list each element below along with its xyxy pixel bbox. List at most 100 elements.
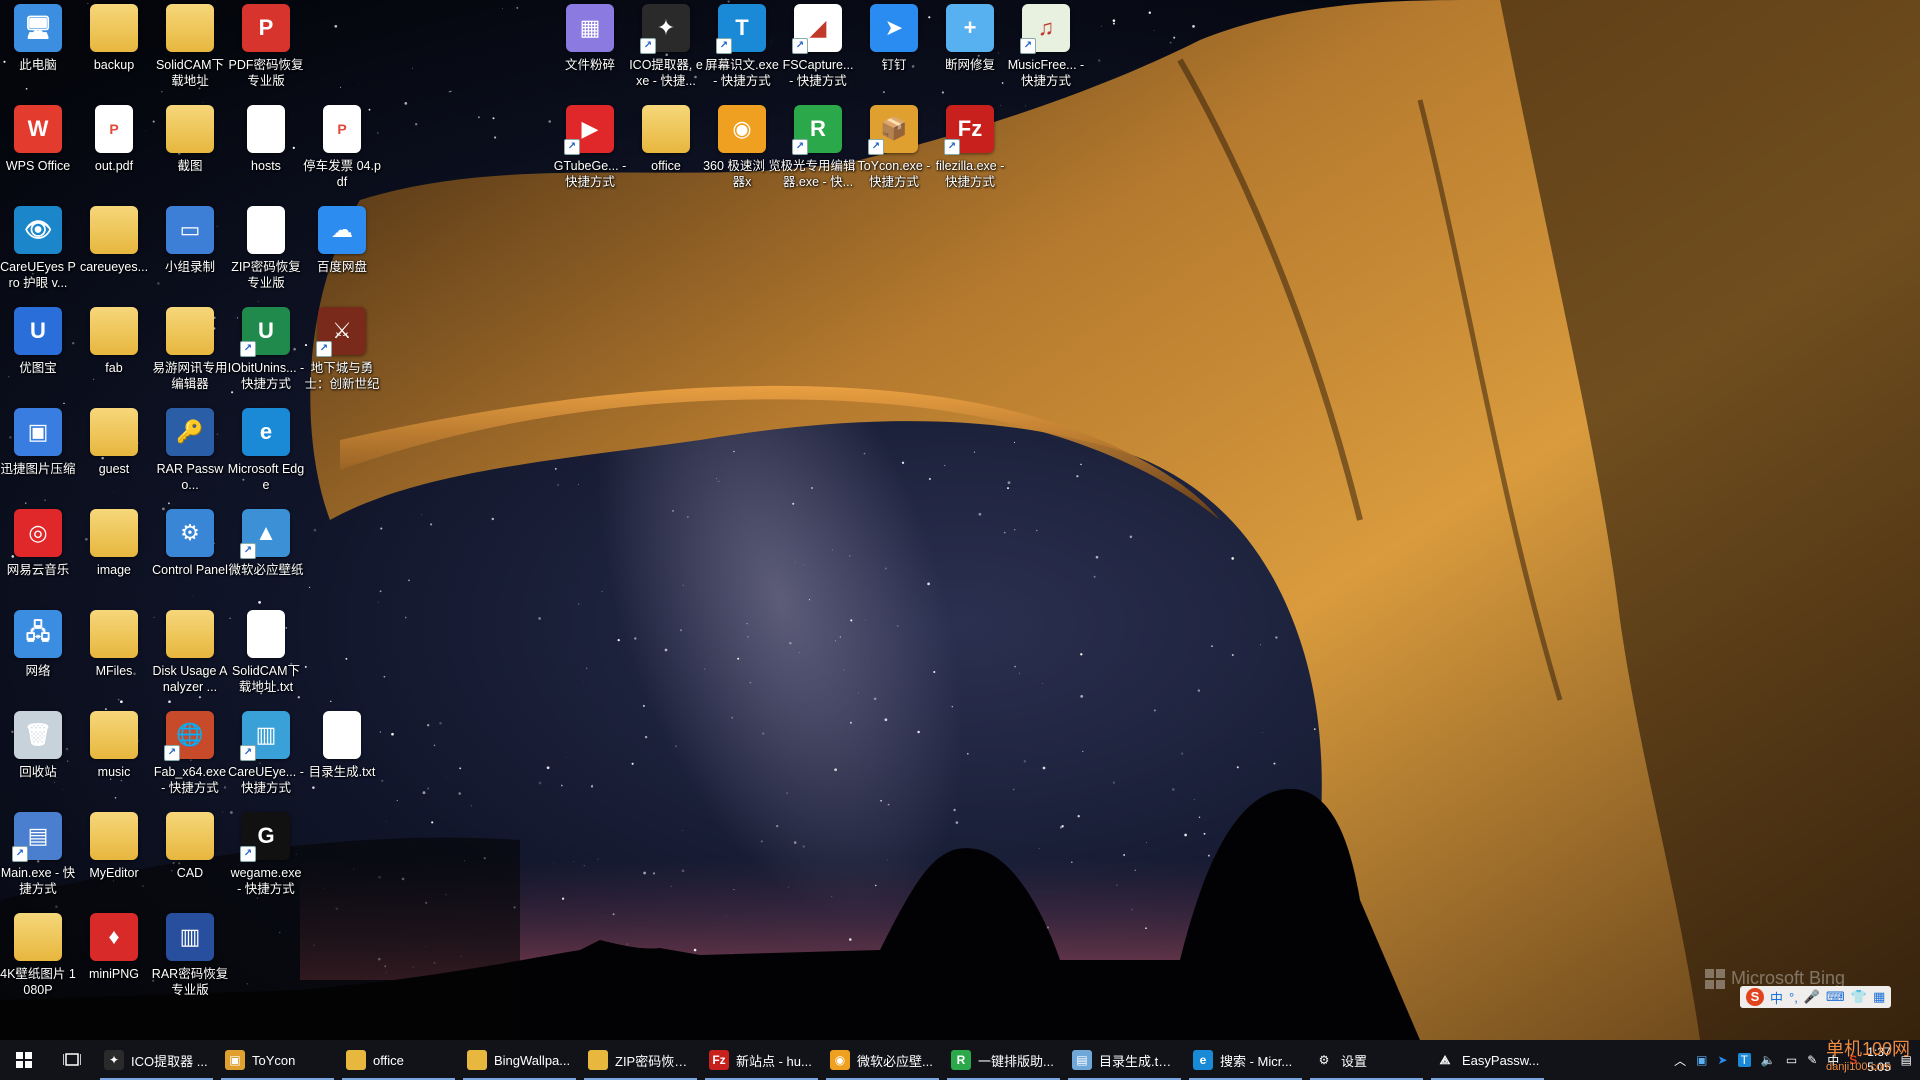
ime-skin-icon[interactable]: 👕: [1851, 989, 1867, 1005]
desktop-icon[interactable]: fab: [76, 303, 152, 399]
show-hidden-icons-chevron-icon[interactable]: ︿: [1674, 1052, 1686, 1069]
taskbar-button[interactable]: ZIP密码恢复...: [580, 1040, 701, 1080]
desktop-icon[interactable]: SolidCAM下 载地址.txt: [228, 606, 304, 702]
taskbar-button[interactable]: R 一键排版助...: [943, 1040, 1064, 1080]
ime-mode-chinese[interactable]: 中: [1770, 988, 1783, 1007]
desktop-icon[interactable]: P PDF密码恢复 专业版: [228, 0, 304, 96]
desktop-icon[interactable]: U 优图宝: [0, 303, 76, 399]
desktop-icon[interactable]: 🌐 Fab_x64.exe - 快捷方式: [152, 707, 228, 803]
desktop-icon[interactable]: 🖧 网络: [0, 606, 76, 702]
desktop-icon[interactable]: 👁 CareUEyes Pro 护眼 v...: [0, 202, 76, 298]
desktop-icon[interactable]: ▥ RAR密码恢复 专业版: [152, 909, 228, 1005]
taskbar-button[interactable]: ◉ 微软必应壁...: [822, 1040, 943, 1080]
desktop-icon[interactable]: 目录生成.txt: [304, 707, 380, 803]
desktop-icon[interactable]: ♫ MusicFree... - 快捷方式: [1008, 0, 1084, 96]
desktop-icon[interactable]: 截图: [152, 101, 228, 197]
desktop-icon[interactable]: ▤ Main.exe - 快捷方式: [0, 808, 76, 904]
desktop-icon[interactable]: 📦 ToYcon.exe - 快捷方式: [856, 101, 932, 197]
desktop-icon[interactable]: T 屏幕识文.exe - 快捷方式: [704, 0, 780, 96]
desktop-icon-label: GTubeGe... - 快捷方式: [553, 159, 627, 189]
filezilla-icon: Fz: [709, 1050, 729, 1070]
task-view-button[interactable]: [48, 1040, 96, 1080]
watermark-title: 单机100网: [1825, 1039, 1910, 1059]
desktop-icon[interactable]: ◎ 网易云音乐: [0, 505, 76, 601]
volume-icon[interactable]: 🔈: [1761, 1053, 1776, 1067]
desktop-icon[interactable]: Pout.pdf: [76, 101, 152, 197]
taskbar-button[interactable]: ⚙ 设置: [1306, 1040, 1427, 1080]
task-view-icon: [63, 1053, 81, 1066]
desktop-icon[interactable]: ◉ 360 极速浏 览器x: [703, 101, 781, 197]
ico-extractor-icon: ✦: [640, 4, 690, 54]
desktop-icon[interactable]: + 断网修复: [932, 0, 1008, 96]
desktop-icon[interactable]: W WPS Office: [0, 101, 76, 197]
ime-toolbox-icon[interactable]: ▦: [1873, 989, 1885, 1005]
desktop-icon[interactable]: CAD: [152, 808, 228, 904]
tray-app-icon[interactable]: ▣: [1696, 1053, 1707, 1067]
desktop-icon[interactable]: ⚙ Control Panel: [152, 505, 228, 601]
musicfree-icon: ♫: [1020, 4, 1070, 54]
taskbar-button[interactable]: BingWallpa...: [459, 1040, 580, 1080]
sogou-ime-icon[interactable]: S: [1746, 988, 1764, 1006]
desktop-icon[interactable]: e Microsoft Edge: [228, 404, 304, 500]
desktop-icon[interactable]: ▭ 小组录制: [152, 202, 228, 298]
desktop-icon[interactable]: image: [76, 505, 152, 601]
desktop-icon[interactable]: R 极光专用编辑 器.exe - 快...: [780, 101, 856, 197]
desktop-icon[interactable]: SolidCAM下 载地址: [152, 0, 228, 96]
pen-icon[interactable]: ✎: [1807, 1053, 1817, 1067]
desktop-icon[interactable]: ⚔ 地下城与勇 士：创新世纪: [304, 303, 380, 399]
ime-punctuation[interactable]: °,: [1789, 990, 1798, 1005]
taskbar-button[interactable]: Fz 新站点 - hu...: [701, 1040, 822, 1080]
desktop-icon[interactable]: ✦ ICO提取器. exe - 快捷...: [628, 0, 704, 96]
youtubao-icon: U: [14, 307, 62, 355]
desktop-icon[interactable]: Disk Usage Analyzer ...: [152, 606, 228, 702]
tray-ocr-icon[interactable]: T: [1737, 1053, 1751, 1067]
taskbar-button[interactable]: ▤ 目录生成.txt...: [1064, 1040, 1185, 1080]
desktop-icon-label: 停车发票 04.pdf: [303, 159, 381, 189]
taskbar-button[interactable]: ▣ ToYcon: [217, 1040, 338, 1080]
taskbar-button-label: EasyPassw...: [1462, 1052, 1540, 1068]
ime-toolbar[interactable]: S 中 °, 🎤 ⌨ 👕 ▦: [1740, 986, 1892, 1008]
desktop-icon[interactable]: guest: [76, 404, 152, 500]
desktop-icon[interactable]: Gwegame.exe - 快捷方式: [228, 808, 304, 904]
desktop-icon[interactable]: Fz filezilla.exe - 快捷方式: [932, 101, 1008, 197]
desktop-icon[interactable]: hosts: [228, 101, 304, 197]
desktop-icon[interactable]: MyEditor: [76, 808, 152, 904]
desktop-icon[interactable]: U IObitUnins... - 快捷方式: [228, 303, 304, 399]
desktop-icon[interactable]: 4K壁纸图片 1080P: [0, 909, 76, 1005]
taskbar-button[interactable]: office: [338, 1040, 459, 1080]
desktop-icon-label: image: [96, 563, 132, 577]
desktop-icon[interactable]: ♦ miniPNG: [76, 909, 152, 1005]
desktop-icon[interactable]: ◢ FSCapture... - 快捷方式: [780, 0, 856, 96]
desktop-icon[interactable]: ▲ 微软必应壁纸: [228, 505, 304, 601]
start-button[interactable]: [0, 1040, 48, 1080]
desktop-icon[interactable]: 🔑 RAR Passwo...: [152, 404, 228, 500]
desktop-icon[interactable]: ▣ 迅捷图片压缩: [0, 404, 76, 500]
network-tray-icon[interactable]: ▭: [1786, 1053, 1797, 1067]
desktop-icon-label: 此电脑: [19, 58, 57, 72]
desktop-icon[interactable]: MFiles: [76, 606, 152, 702]
taskbar-button[interactable]: e 搜索 - Micr...: [1185, 1040, 1306, 1080]
desktop-icon[interactable]: ZIP ZIP密码恢复 专业版: [228, 202, 304, 298]
desktop-icon-label: ZIP密码恢复 专业版: [231, 260, 301, 290]
desktop-icon-label: 小组录制: [164, 260, 215, 274]
taskbar-button[interactable]: ✦ ICO提取器 ...: [96, 1040, 217, 1080]
desktop-icon[interactable]: music: [76, 707, 152, 803]
desktop-icon-label: 微软必应壁纸: [228, 563, 304, 577]
desktop-icon[interactable]: ☁ 百度网盘: [304, 202, 380, 298]
desktop-icon[interactable]: careueyes...: [76, 202, 152, 298]
desktop-icon[interactable]: P 停车发票 04.pdf: [303, 101, 381, 197]
desktop-icon[interactable]: office: [628, 101, 704, 197]
taskbar-button[interactable]: ⟁ EasyPassw...: [1427, 1040, 1548, 1080]
desktop-icon[interactable]: ▦ 文件粉碎: [552, 0, 628, 96]
ime-voice-icon[interactable]: 🎤: [1804, 989, 1820, 1005]
desktop-icon[interactable]: ➤ 钉钉: [856, 0, 932, 96]
ime-keyboard-icon[interactable]: ⌨: [1826, 989, 1845, 1005]
desktop-icon[interactable]: ▶ GTubeGe... - 快捷方式: [552, 101, 628, 197]
desktop-icon[interactable]: ▥ CareUEye... - 快捷方式: [228, 707, 304, 803]
desktop-icon[interactable]: 🗑 回收站: [0, 707, 76, 803]
desktop-icon[interactable]: backup: [76, 0, 152, 96]
desktop-icon[interactable]: 🖥 此电脑: [0, 0, 76, 96]
fab-exe-icon: 🌐: [164, 711, 214, 761]
desktop-icon[interactable]: 易游网讯专用 编辑器: [152, 303, 228, 399]
tray-dingtalk-icon[interactable]: ➤: [1718, 1053, 1728, 1067]
